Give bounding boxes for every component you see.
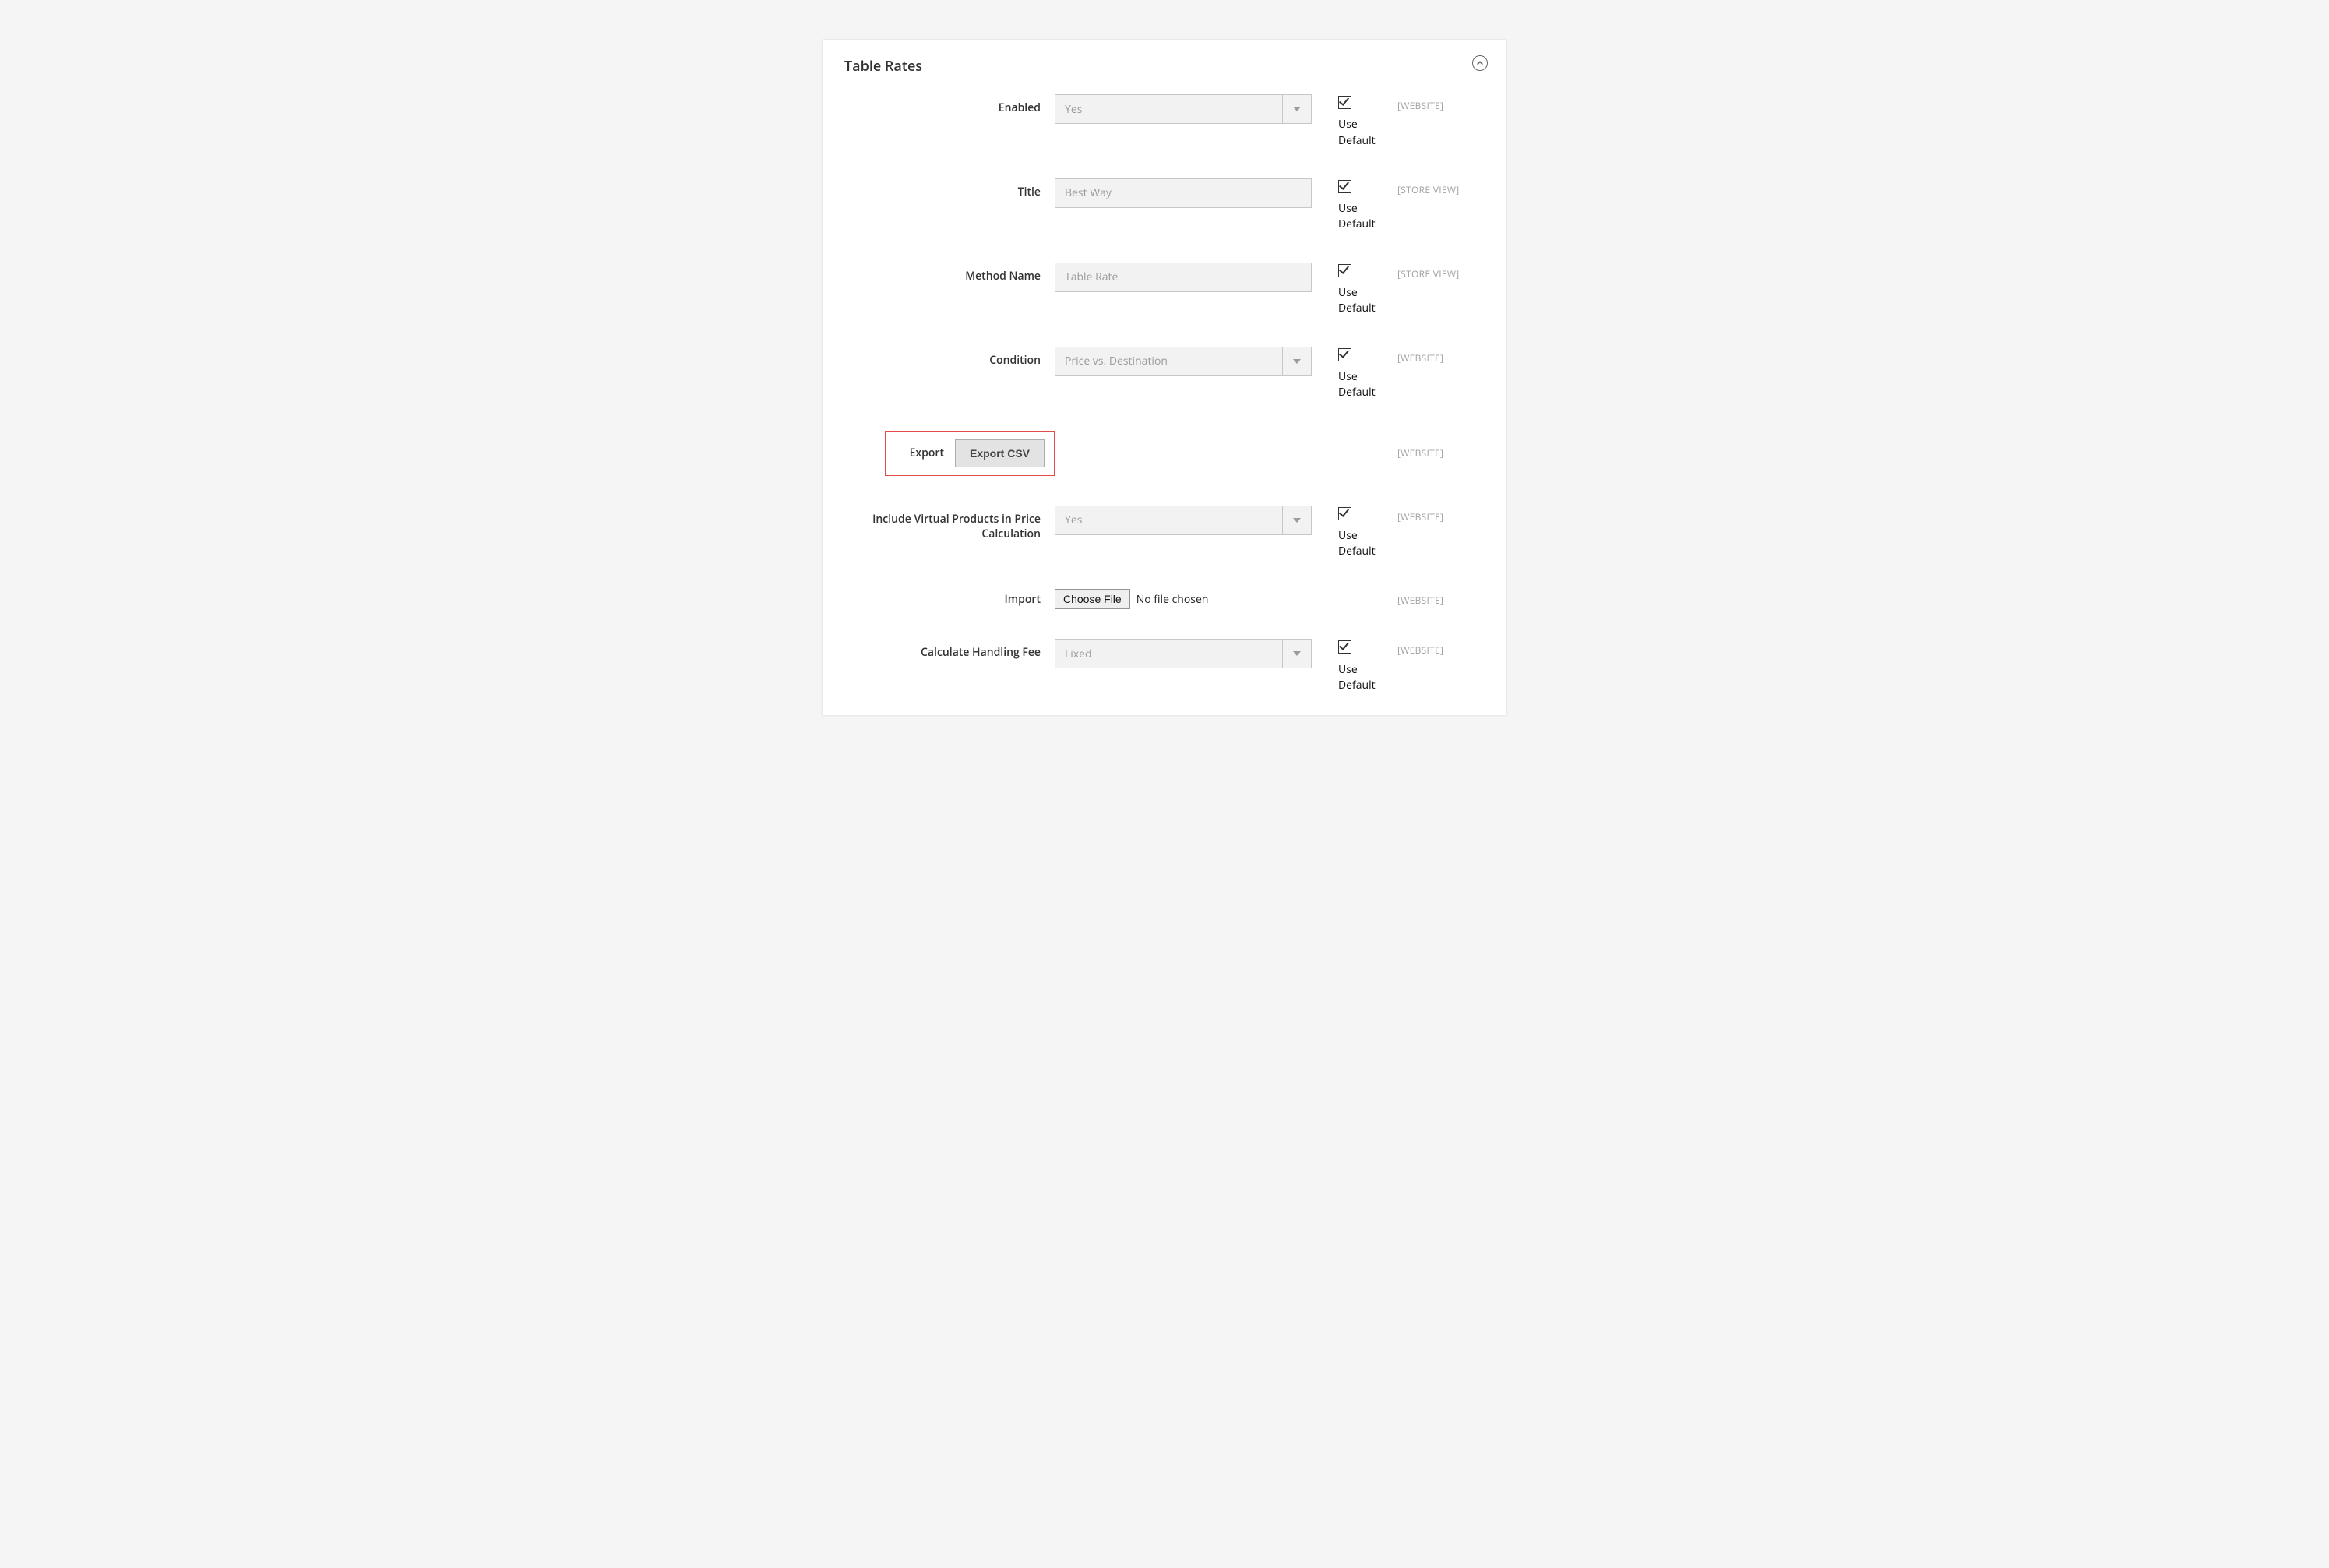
handling-fee-select[interactable]: Fixed bbox=[1055, 639, 1312, 668]
handling-fee-use-default-checkbox[interactable] bbox=[1338, 640, 1351, 654]
enabled-use-default-checkbox[interactable] bbox=[1338, 96, 1351, 109]
export-csv-button[interactable]: Export CSV bbox=[955, 439, 1045, 467]
collapse-button[interactable] bbox=[1472, 55, 1488, 71]
label-handling-fee: Calculate Handling Fee bbox=[844, 639, 1055, 660]
chevron-up-icon bbox=[1476, 59, 1484, 67]
row-condition: Condition Price vs. Destination Use Defa… bbox=[844, 347, 1485, 401]
method-name-input[interactable]: Table Rate bbox=[1055, 263, 1312, 292]
panel-title: Table Rates bbox=[844, 57, 1485, 76]
caret-down-icon bbox=[1282, 95, 1311, 123]
row-handling-fee: Calculate Handling Fee Fixed Use Default… bbox=[844, 639, 1485, 693]
import-choose-file-button[interactable]: Choose File bbox=[1055, 589, 1130, 609]
include-virtual-use-default-checkbox[interactable] bbox=[1338, 507, 1351, 520]
method-name-use-default-checkbox[interactable] bbox=[1338, 264, 1351, 277]
handling-fee-select-value: Fixed bbox=[1065, 647, 1302, 661]
include-virtual-select[interactable]: Yes bbox=[1055, 506, 1312, 535]
caret-down-icon bbox=[1282, 640, 1311, 668]
import-file-status: No file chosen bbox=[1136, 592, 1209, 607]
condition-scope: [WEBSITE] bbox=[1382, 347, 1485, 365]
use-default-label: Use Default bbox=[1338, 369, 1382, 401]
method-name-scope: [STORE VIEW] bbox=[1382, 263, 1485, 280]
use-default-label: Use Default bbox=[1338, 117, 1382, 149]
enabled-select[interactable]: Yes bbox=[1055, 94, 1312, 124]
include-virtual-select-value: Yes bbox=[1065, 513, 1302, 527]
use-default-label: Use Default bbox=[1338, 285, 1382, 317]
label-include-virtual: Include Virtual Products in Price Calcul… bbox=[844, 506, 1055, 541]
export-highlight-box: Export Export CSV bbox=[885, 431, 1055, 476]
label-condition: Condition bbox=[844, 347, 1055, 368]
label-method-name: Method Name bbox=[844, 263, 1055, 284]
row-enabled: Enabled Yes Use Default [WEBSITE] bbox=[844, 94, 1485, 149]
title-input-value: Best Way bbox=[1065, 185, 1112, 200]
row-title: Title Best Way Use Default [STORE VIEW] bbox=[844, 178, 1485, 233]
title-use-default-checkbox[interactable] bbox=[1338, 180, 1351, 193]
label-title: Title bbox=[844, 178, 1055, 199]
table-rates-panel: Table Rates Enabled Yes Use Default [WEB… bbox=[822, 39, 1507, 716]
condition-use-default-checkbox[interactable] bbox=[1338, 348, 1351, 361]
use-default-label: Use Default bbox=[1338, 662, 1382, 694]
row-import: Import Choose File No file chosen [WEBSI… bbox=[844, 589, 1485, 609]
use-default-label: Use Default bbox=[1338, 528, 1382, 560]
condition-select-value: Price vs. Destination bbox=[1065, 354, 1302, 368]
enabled-scope: [WEBSITE] bbox=[1382, 94, 1485, 112]
method-name-input-value: Table Rate bbox=[1065, 270, 1118, 284]
caret-down-icon bbox=[1282, 506, 1311, 534]
label-enabled: Enabled bbox=[844, 94, 1055, 115]
include-virtual-scope: [WEBSITE] bbox=[1382, 506, 1485, 523]
title-scope: [STORE VIEW] bbox=[1382, 178, 1485, 196]
row-include-virtual: Include Virtual Products in Price Calcul… bbox=[844, 506, 1485, 560]
title-input[interactable]: Best Way bbox=[1055, 178, 1312, 208]
label-export: Export bbox=[910, 446, 955, 460]
row-export: Export Export CSV [WEBSITE] bbox=[844, 431, 1485, 476]
handling-fee-scope: [WEBSITE] bbox=[1382, 639, 1485, 657]
use-default-label: Use Default bbox=[1338, 201, 1382, 233]
export-scope: [WEBSITE] bbox=[1382, 431, 1485, 460]
label-import: Import bbox=[844, 589, 1055, 607]
import-scope: [WEBSITE] bbox=[1382, 589, 1485, 607]
enabled-select-value: Yes bbox=[1065, 102, 1302, 117]
row-method-name: Method Name Table Rate Use Default [STOR… bbox=[844, 263, 1485, 317]
caret-down-icon bbox=[1282, 347, 1311, 375]
condition-select[interactable]: Price vs. Destination bbox=[1055, 347, 1312, 376]
